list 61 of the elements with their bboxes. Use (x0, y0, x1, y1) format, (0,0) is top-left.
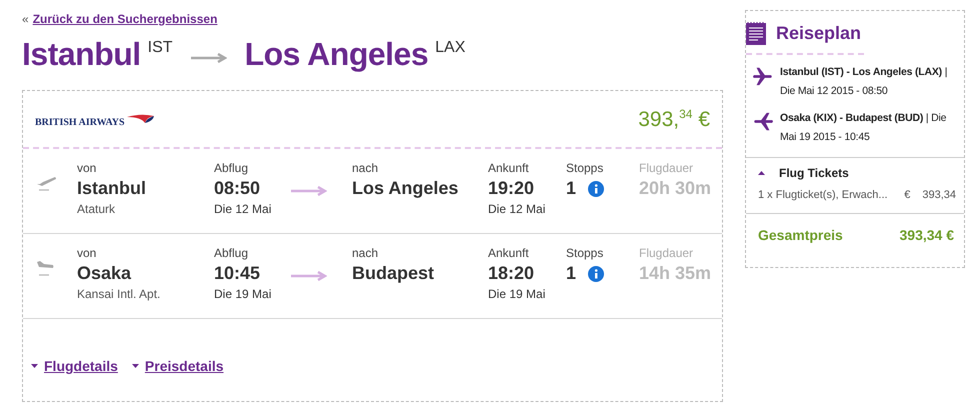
destination-city: Los Angeles (244, 36, 428, 73)
arrival-date: Die 12 Mai (488, 202, 546, 216)
to-city: Los Angeles (352, 178, 458, 199)
price: 393,$^{34}$ € (638, 106, 710, 132)
arrow-icon (291, 271, 327, 281)
origin-code: IST (148, 39, 173, 57)
arrival-time: 18:20 (488, 263, 534, 284)
notepad-icon (746, 21, 766, 45)
departure-label: Abflug (214, 246, 248, 260)
stops-count: 1 (566, 178, 576, 199)
duration: 20h 30m (639, 178, 712, 199)
itinerary-leg: Osaka (KIX) - Budapest (BUD) | Die Mai 19 2015 - 10:45 (780, 111, 948, 145)
stops-label: Stopps (566, 161, 604, 175)
from-airport: Kansai Intl. Apt. (77, 287, 160, 301)
destination-code: LAX (435, 39, 466, 57)
airline-logo: BRITISH AIRWAYS (35, 116, 125, 128)
info-icon[interactable] (588, 266, 604, 282)
stops-count: 1 (566, 263, 576, 284)
duration-label: Flugdauer (639, 161, 694, 175)
departure-time: 10:45 (214, 263, 260, 284)
from-city: Osaka (77, 263, 132, 284)
duration: 14h 35m (639, 263, 712, 284)
from-airport: Ataturk (77, 202, 116, 216)
from-city: Istanbul (77, 178, 146, 199)
arrow-icon (291, 186, 327, 196)
origin-city: Istanbul (22, 36, 141, 73)
to-city: Budapest (352, 263, 434, 284)
duration-label: Flugdauer (639, 246, 694, 260)
arrival-label: Ankunft (488, 246, 529, 260)
details-link[interactable]: Preisdetails (144, 358, 224, 374)
to-label: nach (352, 246, 378, 260)
ribbon-icon (126, 113, 155, 125)
tickets-title: Flug Tickets (779, 166, 849, 180)
arrival-date: Die 19 Mai (488, 287, 546, 301)
stops-label: Stopps (566, 246, 604, 260)
departure-date: Die 19 Mai (214, 287, 272, 301)
back-link[interactable]: Zurück zu den Suchergebnissen (32, 12, 218, 26)
departure-time: 08:50 (214, 178, 260, 199)
from-label: von (77, 246, 96, 260)
arrival-time: 19:20 (488, 178, 534, 199)
departure-date: Die 12 Mai (214, 202, 272, 216)
ticket-item: 1 x Flugticket(s), Erwach... (758, 189, 888, 201)
departure-label: Abflug (214, 161, 248, 175)
plane-icon (752, 111, 774, 133)
caret-icon (31, 364, 38, 368)
details-link[interactable]: Flugdetails (44, 358, 118, 374)
itinerary-leg: Istanbul (IST) - Los Angeles (LAX) | Die Mai 12 2015 - 08:50 (780, 65, 948, 99)
back-chevron: « (22, 12, 29, 26)
plane-icon (752, 65, 774, 87)
arrival-label: Ankunft (488, 161, 529, 175)
itinerary-title: Reiseplan (776, 22, 862, 44)
caret-icon (132, 364, 139, 368)
to-label: nach (352, 161, 378, 175)
currency: € (904, 189, 910, 201)
arrow-icon (190, 53, 227, 63)
info-icon[interactable] (588, 180, 604, 196)
caret-icon[interactable] (758, 171, 765, 175)
total-label: Gesamtpreis (758, 227, 843, 243)
total-price: 393,34 € (900, 227, 954, 243)
from-label: von (77, 161, 96, 175)
ticket-amount: 393,34 (922, 189, 956, 201)
